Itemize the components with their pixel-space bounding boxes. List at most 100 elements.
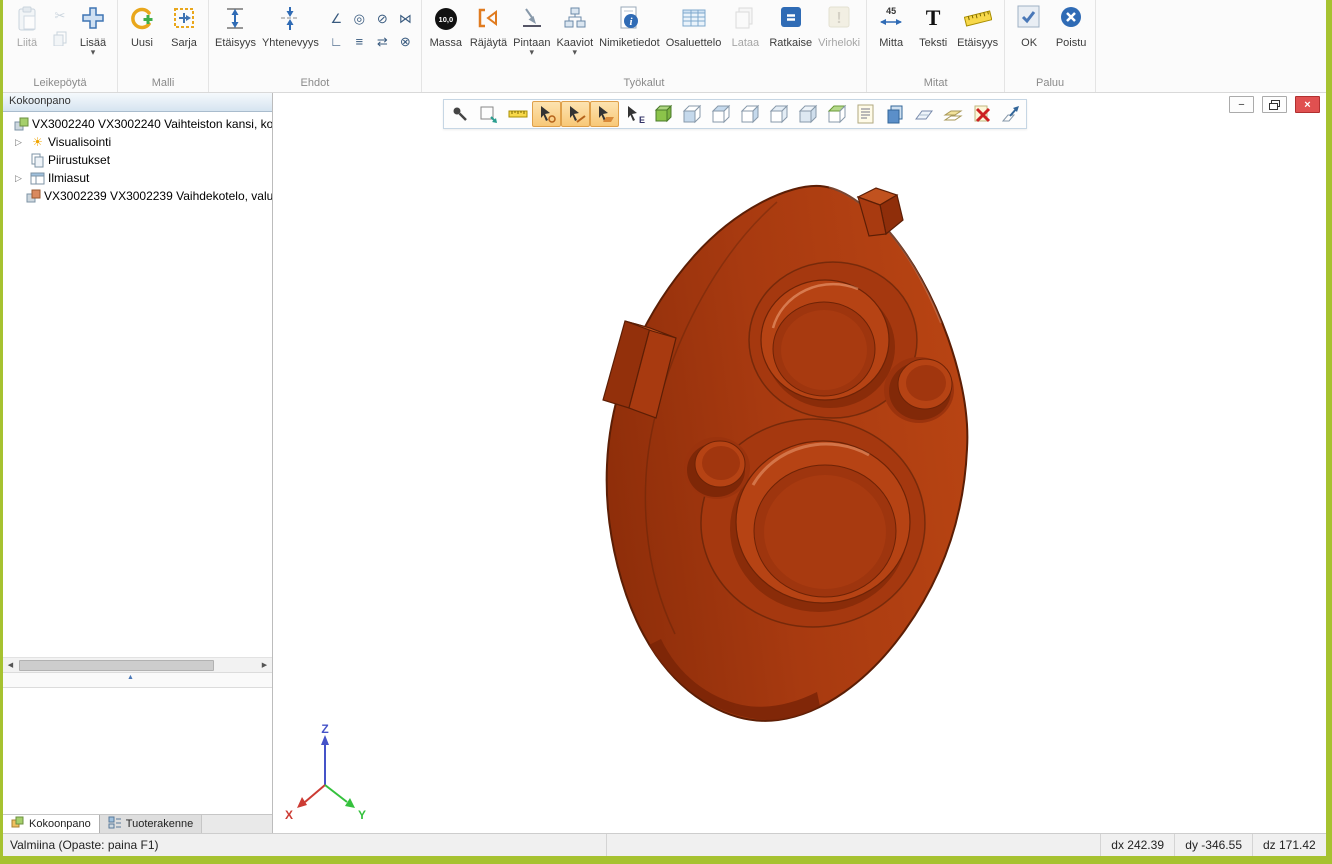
ratkaise-label: Ratkaise (769, 37, 812, 49)
tab-kokoonpano[interactable]: Kokoonpano (3, 815, 100, 833)
osaluettelo-button[interactable]: Osaluettelo (663, 1, 725, 50)
notes-list-icon[interactable] (851, 101, 880, 127)
axis-z-label: Z (321, 723, 328, 736)
tree-item-visualisointi[interactable]: ▷ ☀ Visualisointi (3, 133, 272, 151)
lock-constraint-icon[interactable]: ⊗ (395, 31, 416, 52)
uusi-button[interactable]: Uusi (121, 1, 163, 50)
ribbon: Liitä ✂ Lisää ▾ Leikepöytä (3, 0, 1326, 93)
expander-icon[interactable]: ▷ (15, 173, 29, 184)
symmetry-constraint-icon[interactable]: ⋈ (395, 8, 416, 29)
plane-icon[interactable] (909, 101, 938, 127)
tree-item-root-assembly[interactable]: VX3002240 VX3002240 Vaihteiston kansi, k… (3, 115, 272, 133)
sarja-button[interactable]: Sarja (163, 1, 205, 50)
concentric-constraint-icon[interactable]: ◎ (349, 8, 370, 29)
group-label-paluu: Paluu (1008, 76, 1092, 92)
pick-face-right-icon[interactable] (735, 101, 764, 127)
mitta-button[interactable]: 45 Mitta (870, 1, 912, 50)
axis-y-label: Y (358, 808, 366, 822)
poistu-button[interactable]: Poistu (1050, 1, 1092, 50)
close-button[interactable]: × (1295, 96, 1320, 113)
cut-button[interactable]: ✂ (50, 6, 70, 26)
etaisyys-mitta-button[interactable]: Etäisyys (954, 1, 1001, 50)
measure-ruler-icon[interactable] (503, 101, 532, 127)
pick-edge-icon[interactable] (561, 101, 590, 127)
parallel-constraint-icon[interactable]: ≡ (349, 31, 370, 52)
pick-element-icon[interactable]: E (619, 101, 648, 127)
model-gearbox-cover[interactable] (273, 93, 1325, 833)
virheloki-label: Virheloki (818, 37, 860, 49)
massa-label: Massa (430, 37, 462, 49)
tree-horizontal-scrollbar[interactable]: ◀ ▶ (3, 657, 272, 672)
equal-constraint-icon[interactable]: ⇄ (372, 31, 393, 52)
pick-face-front-icon[interactable] (677, 101, 706, 127)
lisaa-button[interactable]: Lisää ▾ (72, 1, 114, 57)
copy-view-icon[interactable] (880, 101, 909, 127)
liita-button[interactable]: Liitä (6, 1, 48, 50)
perpendicular-constraint-icon[interactable]: ∟ (326, 31, 347, 52)
fit-view-icon[interactable] (474, 101, 503, 127)
massa-button[interactable]: 10,0 Massa (425, 1, 467, 50)
assembly-icon (13, 117, 30, 132)
teksti-button[interactable]: T Teksti (912, 1, 954, 50)
yhtenevyys-label: Yhtenevyys (262, 37, 319, 49)
mass-value: 10,0 (439, 15, 454, 24)
yhtenevyys-button[interactable]: Yhtenevyys (259, 1, 322, 50)
panel-empty-area (3, 688, 272, 814)
kaaviot-button[interactable]: Kaaviot ▾ (553, 1, 596, 57)
pin-icon[interactable] (445, 101, 474, 127)
delete-red-icon[interactable] (967, 101, 996, 127)
main-area: Kokoonpano VX3002240 VX3002240 Vaihteist… (3, 93, 1326, 833)
item-info-icon: i (616, 5, 642, 35)
tab-tuoterakenne[interactable]: Tuoterakenne (100, 815, 202, 833)
show-box-icon[interactable] (648, 101, 677, 127)
ruler-icon (964, 5, 992, 35)
transform-view-icon[interactable] (996, 101, 1025, 127)
axis-x-label: X (285, 808, 293, 822)
right-cylinder (884, 357, 954, 423)
ok-button[interactable]: OK (1008, 1, 1050, 50)
layers-icon[interactable] (938, 101, 967, 127)
tree-item-sub-assembly[interactable]: VX3002239 VX3002239 Vaihdekotelo, valu . (3, 187, 272, 205)
pick-point-icon[interactable] (532, 101, 561, 127)
assembly-tree: VX3002240 VX3002240 Vaihteiston kansi, k… (3, 112, 272, 657)
pintaan-button[interactable]: Pintaan ▾ (510, 1, 553, 57)
pick-face-icon[interactable] (590, 101, 619, 127)
etaisyys-ehto-button[interactable]: Etäisyys (212, 1, 259, 50)
tree-item-label: Piirustukset (48, 153, 110, 167)
panel-splitter[interactable]: ▲ (3, 672, 272, 688)
drawings-icon (29, 153, 46, 168)
tree-item-ilmiasut[interactable]: ▷ Ilmiasut (3, 169, 272, 187)
scrollbar-thumb[interactable] (19, 660, 214, 671)
ribbon-group-leikepoyta: Liitä ✂ Lisää ▾ Leikepöytä (3, 0, 118, 92)
pick-face-shaded-icon[interactable] (822, 101, 851, 127)
angle-constraint-icon[interactable]: ∠ (326, 8, 347, 29)
copy-button[interactable] (50, 29, 70, 49)
rajayta-button[interactable]: Räjäytä (467, 1, 510, 50)
ribbon-group-malli: Uusi Sarja Malli (118, 0, 209, 92)
status-dy: dy -346.55 (1174, 834, 1252, 856)
scroll-right-icon[interactable]: ▶ (257, 658, 272, 672)
minimize-button[interactable]: − (1229, 96, 1254, 113)
nimiketiedot-button[interactable]: i Nimiketiedot (596, 1, 663, 50)
ok-check-icon (1017, 5, 1041, 35)
group-label-ehdot: Ehdot (212, 76, 418, 92)
pick-face-back-icon[interactable] (764, 101, 793, 127)
ratkaise-button[interactable]: Ratkaise (766, 1, 815, 50)
lataa-button[interactable]: Lataa (724, 1, 766, 50)
maximize-button[interactable] (1262, 96, 1287, 113)
splitter-handle-icon[interactable]: ▲ (127, 674, 134, 681)
pick-face-iso-icon[interactable] (793, 101, 822, 127)
ribbon-group-tyokalut: 10,0 Massa Räjäytä Pintaan ▾ (422, 0, 867, 92)
explode-icon (475, 5, 501, 35)
to-surface-icon (519, 5, 545, 35)
tab-kokoonpano-label: Kokoonpano (29, 818, 91, 830)
expander-icon[interactable]: ▷ (15, 137, 29, 148)
dimension-value: 45 (886, 6, 896, 16)
pick-face-top-icon[interactable] (706, 101, 735, 127)
dimension-icon: 45 (878, 5, 904, 35)
tangent-constraint-icon[interactable]: ⊘ (372, 8, 393, 29)
scroll-left-icon[interactable]: ◀ (3, 658, 18, 672)
model-viewport[interactable]: E − × (273, 93, 1326, 833)
tree-item-piirustukset[interactable]: Piirustukset (3, 151, 272, 169)
virheloki-button[interactable]: ! Virheloki (815, 1, 863, 50)
